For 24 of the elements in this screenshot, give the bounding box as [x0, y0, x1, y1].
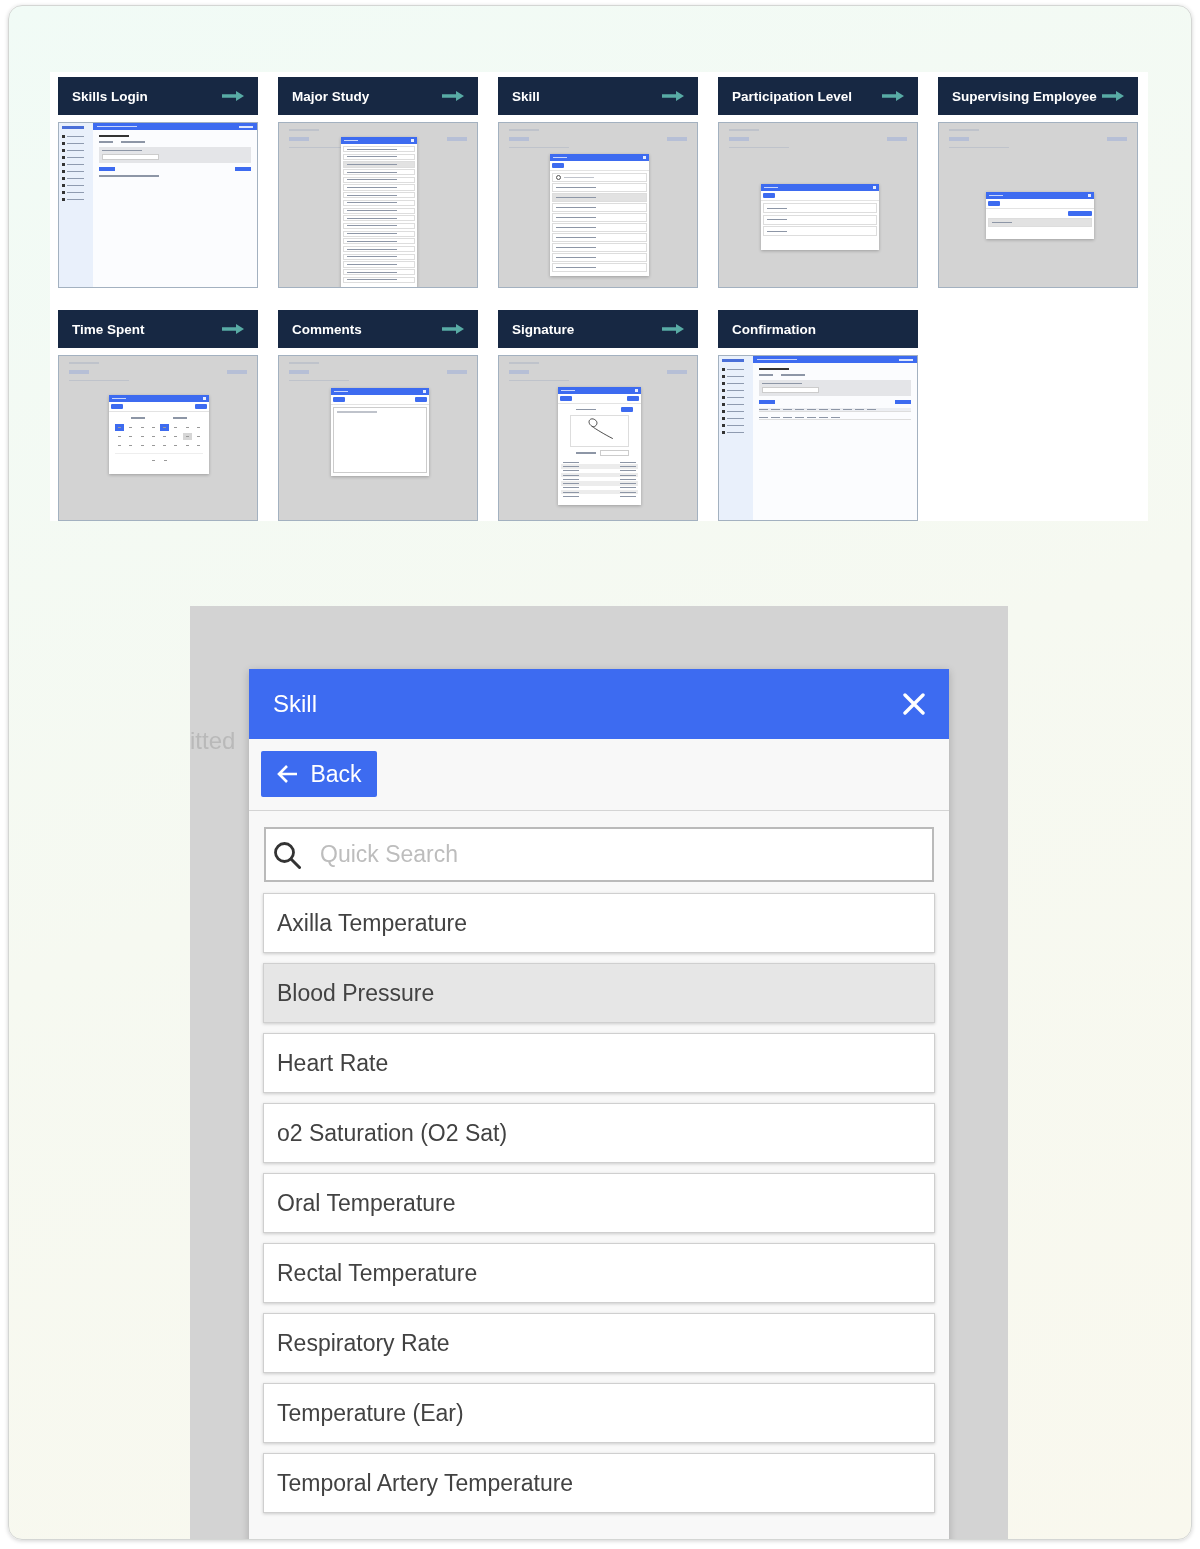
back-button[interactable]: Back	[261, 751, 377, 797]
step-title: Major Study	[292, 88, 370, 104]
dialog-title: Skill	[273, 690, 317, 718]
skill-list-item[interactable]: Rectal Temperature	[263, 1243, 935, 1303]
close-icon[interactable]	[903, 693, 925, 715]
skill-list-item[interactable]: Heart Rate	[263, 1033, 935, 1093]
search-field[interactable]: Quick Search	[264, 827, 934, 882]
step-title: Participation Level	[732, 88, 853, 104]
step-title: Signature	[512, 321, 575, 337]
search-icon	[273, 841, 301, 869]
arrow-left-icon	[276, 764, 299, 784]
skill-list-item[interactable]: o2 Saturation (O2 Sat)	[263, 1103, 935, 1163]
step-title: Confirmation	[732, 321, 816, 337]
skill-list-item[interactable]: Axilla Temperature	[263, 893, 935, 953]
skill-list-item[interactable]: Temporal Artery Temperature	[263, 1453, 935, 1513]
skill-list-item[interactable]: Blood Pressure	[263, 963, 935, 1023]
step-title: Comments	[292, 321, 362, 337]
step-title: Time Spent	[72, 321, 145, 337]
step-title: Skills Login	[72, 88, 148, 104]
step-title: Supervising Employee	[952, 88, 1097, 104]
skill-list-item[interactable]: Temperature (Ear)	[263, 1383, 935, 1443]
skill-list-item[interactable]: Oral Temperature	[263, 1173, 935, 1233]
skill-list-item[interactable]: Respiratory Rate	[263, 1313, 935, 1373]
step-title: Skill	[512, 88, 540, 104]
